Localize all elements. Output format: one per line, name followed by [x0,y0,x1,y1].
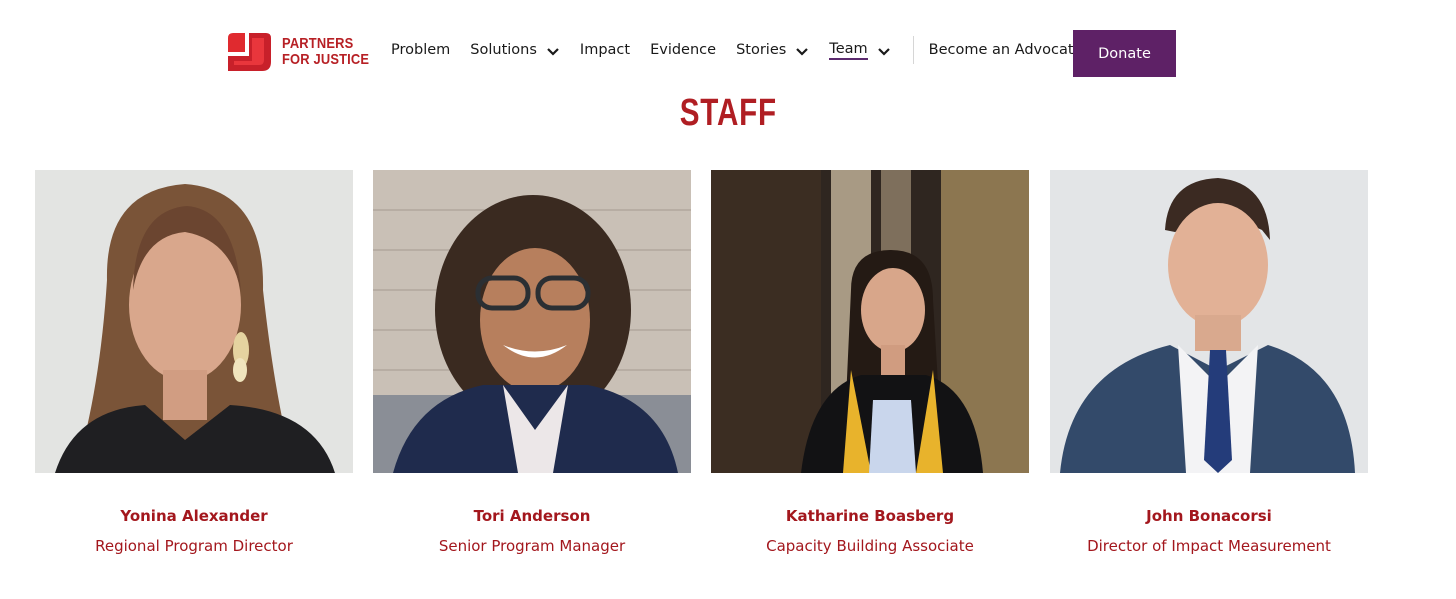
staff-role: Capacity Building Associate [766,537,974,555]
staff-photo [1050,170,1368,473]
donate-button[interactable]: Donate [1073,30,1176,77]
nav-evidence[interactable]: Evidence [650,38,716,62]
chevron-down-icon [795,45,809,56]
chevron-down-icon [877,45,891,56]
nav-label: Team [829,41,868,60]
nav-impact[interactable]: Impact [580,38,630,62]
header-overlap [0,84,1456,94]
nav-stories[interactable]: Stories [736,38,809,62]
logo-text: PARTNERS FOR JUSTICE [282,36,369,68]
nav-label: Impact [579,42,631,58]
nav-divider [912,36,914,64]
staff-role: Senior Program Manager [438,537,626,555]
staff-name: Katharine Boasberg [785,507,955,525]
nav-label: Become an Advocate [928,42,1083,58]
staff-card[interactable]: John Bonacorsi Director of Impact Measur… [1050,170,1368,555]
logo-mark-icon [228,32,272,72]
staff-card[interactable]: Katharine Boasberg Capacity Building Ass… [711,170,1029,555]
nav-label: Evidence [650,42,717,58]
nav-solutions[interactable]: Solutions [470,38,560,62]
section-title-text: STAFF [679,92,777,130]
nav-label: Solutions [470,42,537,58]
staff-name: Yonina Alexander [120,507,268,525]
staff-role: Regional Program Director [95,537,293,555]
staff-card[interactable]: Tori Anderson Senior Program Manager [373,170,691,555]
logo-line-1: PARTNERS [282,35,354,52]
nav-team[interactable]: Team [829,38,890,62]
staff-photo [711,170,1029,473]
chevron-down-icon [546,45,560,56]
nav-become-advocate[interactable]: Become an Advocate [929,38,1083,62]
logo[interactable]: PARTNERS FOR JUSTICE [228,32,383,72]
nav-problem[interactable]: Problem [391,38,450,62]
nav-label: Problem [391,42,451,58]
staff-name: John Bonacorsi [1146,507,1272,525]
staff-photo [35,170,353,473]
staff-role: Director of Impact Measurement [1087,537,1331,555]
staff-name: Tori Anderson [473,507,591,525]
staff-card[interactable]: Yonina Alexander Regional Program Direct… [35,170,353,555]
logo-line-2: FOR JUSTICE [282,51,370,68]
staff-photo [373,170,691,473]
nav-label: Stories [736,42,787,58]
